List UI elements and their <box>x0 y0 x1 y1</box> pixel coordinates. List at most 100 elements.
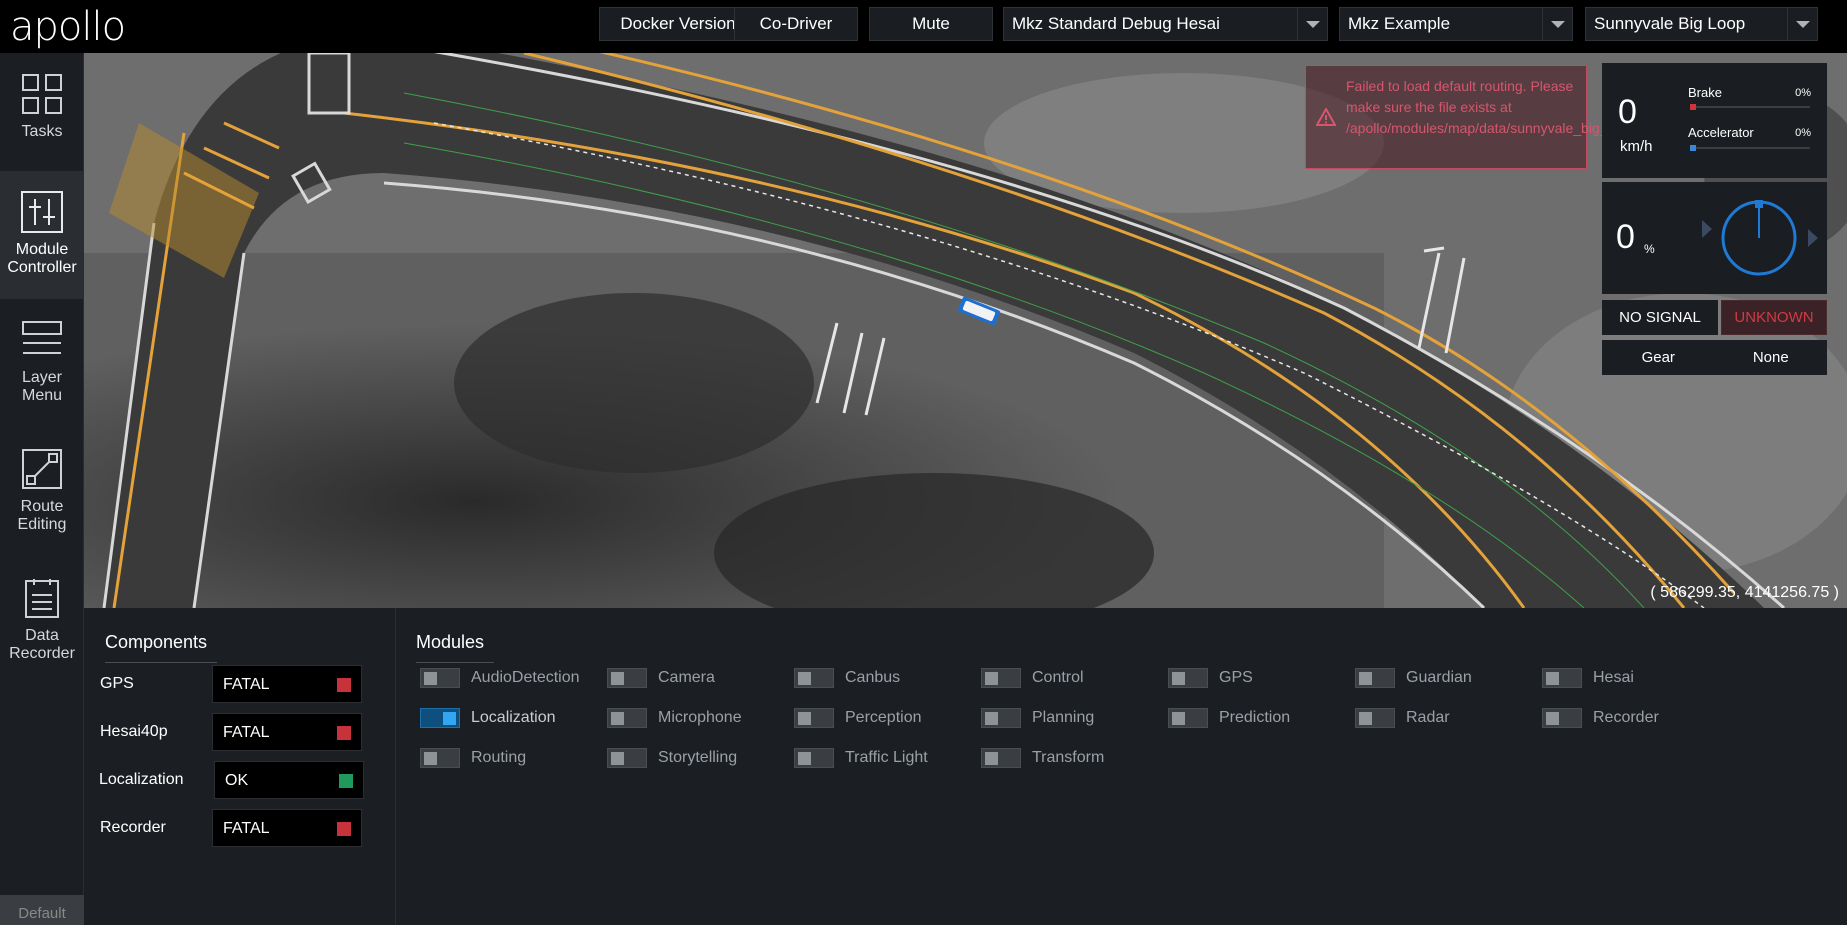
accelerator-bar-fill <box>1690 145 1696 151</box>
module-toggle-control[interactable]: Control <box>981 666 1084 690</box>
turn-signal-status: NO SIGNAL <box>1602 300 1718 335</box>
toggle-knob <box>1172 672 1185 685</box>
module-label: Control <box>1032 669 1084 686</box>
module-toggle-radar[interactable]: Radar <box>1355 706 1450 730</box>
toggle-switch[interactable] <box>794 748 834 768</box>
module-toggle-perception[interactable]: Perception <box>794 706 922 730</box>
module-toggle-prediction[interactable]: Prediction <box>1168 706 1290 730</box>
sidebar-item-label: Data Recorder <box>9 627 75 662</box>
toggle-knob <box>424 752 437 765</box>
module-toggle-canbus[interactable]: Canbus <box>794 666 900 690</box>
toggle-switch[interactable] <box>607 708 647 728</box>
module-toggle-hesai[interactable]: Hesai <box>1542 666 1634 690</box>
toggle-switch[interactable] <box>981 708 1021 728</box>
toggle-knob <box>798 672 811 685</box>
module-label: GPS <box>1219 669 1253 686</box>
mode-select-value: Mkz Standard Debug Hesai <box>1012 14 1220 33</box>
toggle-switch[interactable] <box>981 668 1021 688</box>
speed-unit: km/h <box>1620 138 1653 155</box>
toggle-switch[interactable] <box>607 748 647 768</box>
module-label: Perception <box>845 709 922 726</box>
toggle-switch[interactable] <box>1355 708 1395 728</box>
toggle-switch[interactable] <box>794 708 834 728</box>
module-label: Canbus <box>845 669 901 686</box>
module-toggle-audiodetection[interactable]: AudioDetection <box>420 666 580 690</box>
module-toggle-gps[interactable]: GPS <box>1168 666 1253 690</box>
mode-select[interactable]: Mkz Standard Debug Hesai <box>1003 7 1328 41</box>
toggle-switch[interactable] <box>981 748 1021 768</box>
toggle-knob <box>1359 712 1372 725</box>
module-toggle-localization[interactable]: Localization <box>420 706 556 730</box>
toggle-switch[interactable] <box>607 668 647 688</box>
toggle-switch[interactable] <box>420 708 460 728</box>
toggle-switch[interactable] <box>1168 708 1208 728</box>
status-indicator-icon <box>337 726 351 740</box>
modules-title: Modules <box>416 632 494 663</box>
module-label: Storytelling <box>658 749 738 766</box>
toggle-switch[interactable] <box>794 668 834 688</box>
vehicle-select-value: Mkz Example <box>1348 14 1451 33</box>
sidebar-item-tasks[interactable]: Tasks <box>0 53 84 181</box>
toggle-knob <box>798 752 811 765</box>
sidebar-item-label: Tasks <box>21 123 63 140</box>
toggle-switch[interactable] <box>1168 668 1208 688</box>
sidebar-item-layer-menu[interactable]: Layer Menu <box>0 299 84 427</box>
module-label: AudioDetection <box>471 669 580 686</box>
module-label: Traffic Light <box>845 749 928 766</box>
map-select-value: Sunnyvale Big Loop <box>1594 14 1746 33</box>
component-name: Recorder <box>100 819 166 836</box>
mute-button[interactable]: Mute <box>869 7 993 41</box>
module-toggle-planning[interactable]: Planning <box>981 706 1094 730</box>
vehicle-select[interactable]: Mkz Example <box>1339 7 1573 41</box>
toggle-knob <box>611 712 624 725</box>
toggle-switch[interactable] <box>420 668 460 688</box>
document-icon <box>25 579 59 618</box>
toggle-switch[interactable] <box>1355 668 1395 688</box>
module-toggle-transform[interactable]: Transform <box>981 746 1104 770</box>
sidebar-item-module-controller[interactable]: Module Controller <box>0 171 84 299</box>
sliders-icon <box>21 191 63 233</box>
toggle-switch[interactable] <box>420 748 460 768</box>
toggle-switch[interactable] <box>1542 708 1582 728</box>
module-label: Hesai <box>1593 669 1634 686</box>
toggle-knob <box>1172 712 1185 725</box>
component-status-text: FATAL <box>223 676 270 693</box>
map-select[interactable]: Sunnyvale Big Loop <box>1585 7 1818 41</box>
module-toggle-storytelling[interactable]: Storytelling <box>607 746 737 770</box>
module-toggle-recorder[interactable]: Recorder <box>1542 706 1659 730</box>
module-label: Microphone <box>658 709 742 726</box>
co-driver-button[interactable]: Co-Driver <box>734 7 858 41</box>
chevron-down-icon <box>1297 8 1327 40</box>
brake-percent: 0% <box>1795 87 1811 99</box>
toggle-knob <box>611 752 624 765</box>
toggle-knob <box>1546 672 1559 685</box>
module-toggle-traffic-light[interactable]: Traffic Light <box>794 746 928 770</box>
top-bar: apollo Docker Version Co-Driver Mute Mkz… <box>0 0 1847 53</box>
toggle-knob <box>1359 672 1372 685</box>
driving-mode-status: UNKNOWN <box>1721 300 1827 335</box>
chevron-down-icon <box>1542 8 1572 40</box>
default-layout-label[interactable]: Default <box>0 895 84 925</box>
component-row-gps: GPS FATAL <box>84 665 396 705</box>
steering-wheel-icon <box>1702 200 1818 276</box>
module-label: Camera <box>658 669 715 686</box>
gear-label: Gear <box>1641 349 1675 366</box>
sidebar-item-route-editing[interactable]: Route Editing <box>0 428 84 556</box>
toggle-knob <box>443 712 456 725</box>
sidebar-item-data-recorder[interactable]: Data Recorder <box>0 557 84 685</box>
module-toggle-guardian[interactable]: Guardian <box>1355 666 1472 690</box>
chevron-down-icon <box>1787 8 1817 40</box>
module-label: Guardian <box>1406 669 1472 686</box>
module-toggle-routing[interactable]: Routing <box>420 746 526 770</box>
module-toggle-microphone[interactable]: Microphone <box>607 706 742 730</box>
module-label: Planning <box>1032 709 1095 726</box>
module-label: Recorder <box>1593 709 1659 726</box>
layers-icon <box>22 321 62 354</box>
map-coordinates: ( 586299.35, 4141256.75 ) <box>1650 584 1839 601</box>
components-panel: Components GPS FATAL Hesai40p FATAL Loca… <box>84 608 396 925</box>
component-row-localization: Localization OK <box>84 761 396 801</box>
module-toggle-camera[interactable]: Camera <box>607 666 715 690</box>
sidebar-item-label: Layer Menu <box>21 369 63 404</box>
module-label: Prediction <box>1219 709 1291 726</box>
toggle-switch[interactable] <box>1542 668 1582 688</box>
